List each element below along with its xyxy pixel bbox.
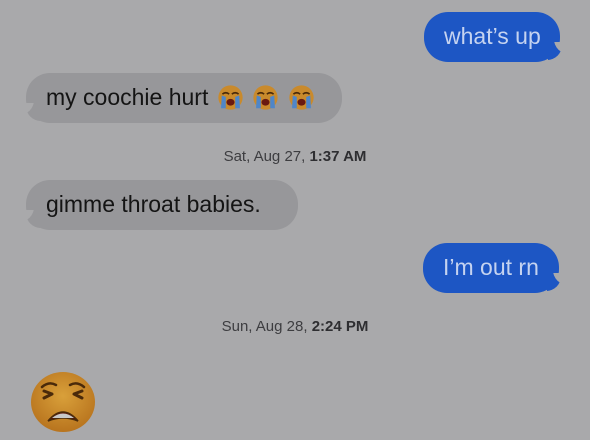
crying-face-icon — [253, 85, 278, 110]
bubble-tail — [18, 210, 40, 230]
timestamp-day: Sun, Aug 28, — [221, 318, 308, 335]
sent-message-bubble[interactable]: what’s up — [424, 12, 560, 62]
bubble-tail — [548, 42, 570, 62]
message-text: I’m out rn — [443, 254, 539, 280]
sent-message-bubble[interactable]: I’m out rn — [423, 243, 559, 293]
message-text: my coochie hurt — [46, 84, 209, 110]
timestamp: Sun, Aug 28, 2:24 PM — [0, 318, 590, 335]
received-message-bubble[interactable]: my coochie hurt — [26, 73, 342, 123]
message-text: what’s up — [444, 23, 541, 49]
message-thread[interactable]: what’s up my coochie hurt Sat, Aug 27, 1… — [0, 0, 590, 440]
crying-face-icon — [288, 85, 314, 110]
crying-face-icon — [218, 85, 243, 110]
timestamp-time: 2:24 PM — [311, 318, 369, 335]
message-text: gimme throat babies. — [46, 191, 261, 217]
received-message-bubble[interactable]: gimme throat babies. — [26, 180, 298, 230]
timestamp: Sat, Aug 27, 1:37 AM — [0, 148, 590, 165]
timestamp-time: 1:37 AM — [309, 148, 367, 165]
bubble-tail — [18, 103, 40, 123]
weary-face-icon[interactable] — [30, 371, 96, 433]
timestamp-day: Sat, Aug 27, — [223, 148, 306, 165]
bubble-tail — [547, 273, 569, 293]
